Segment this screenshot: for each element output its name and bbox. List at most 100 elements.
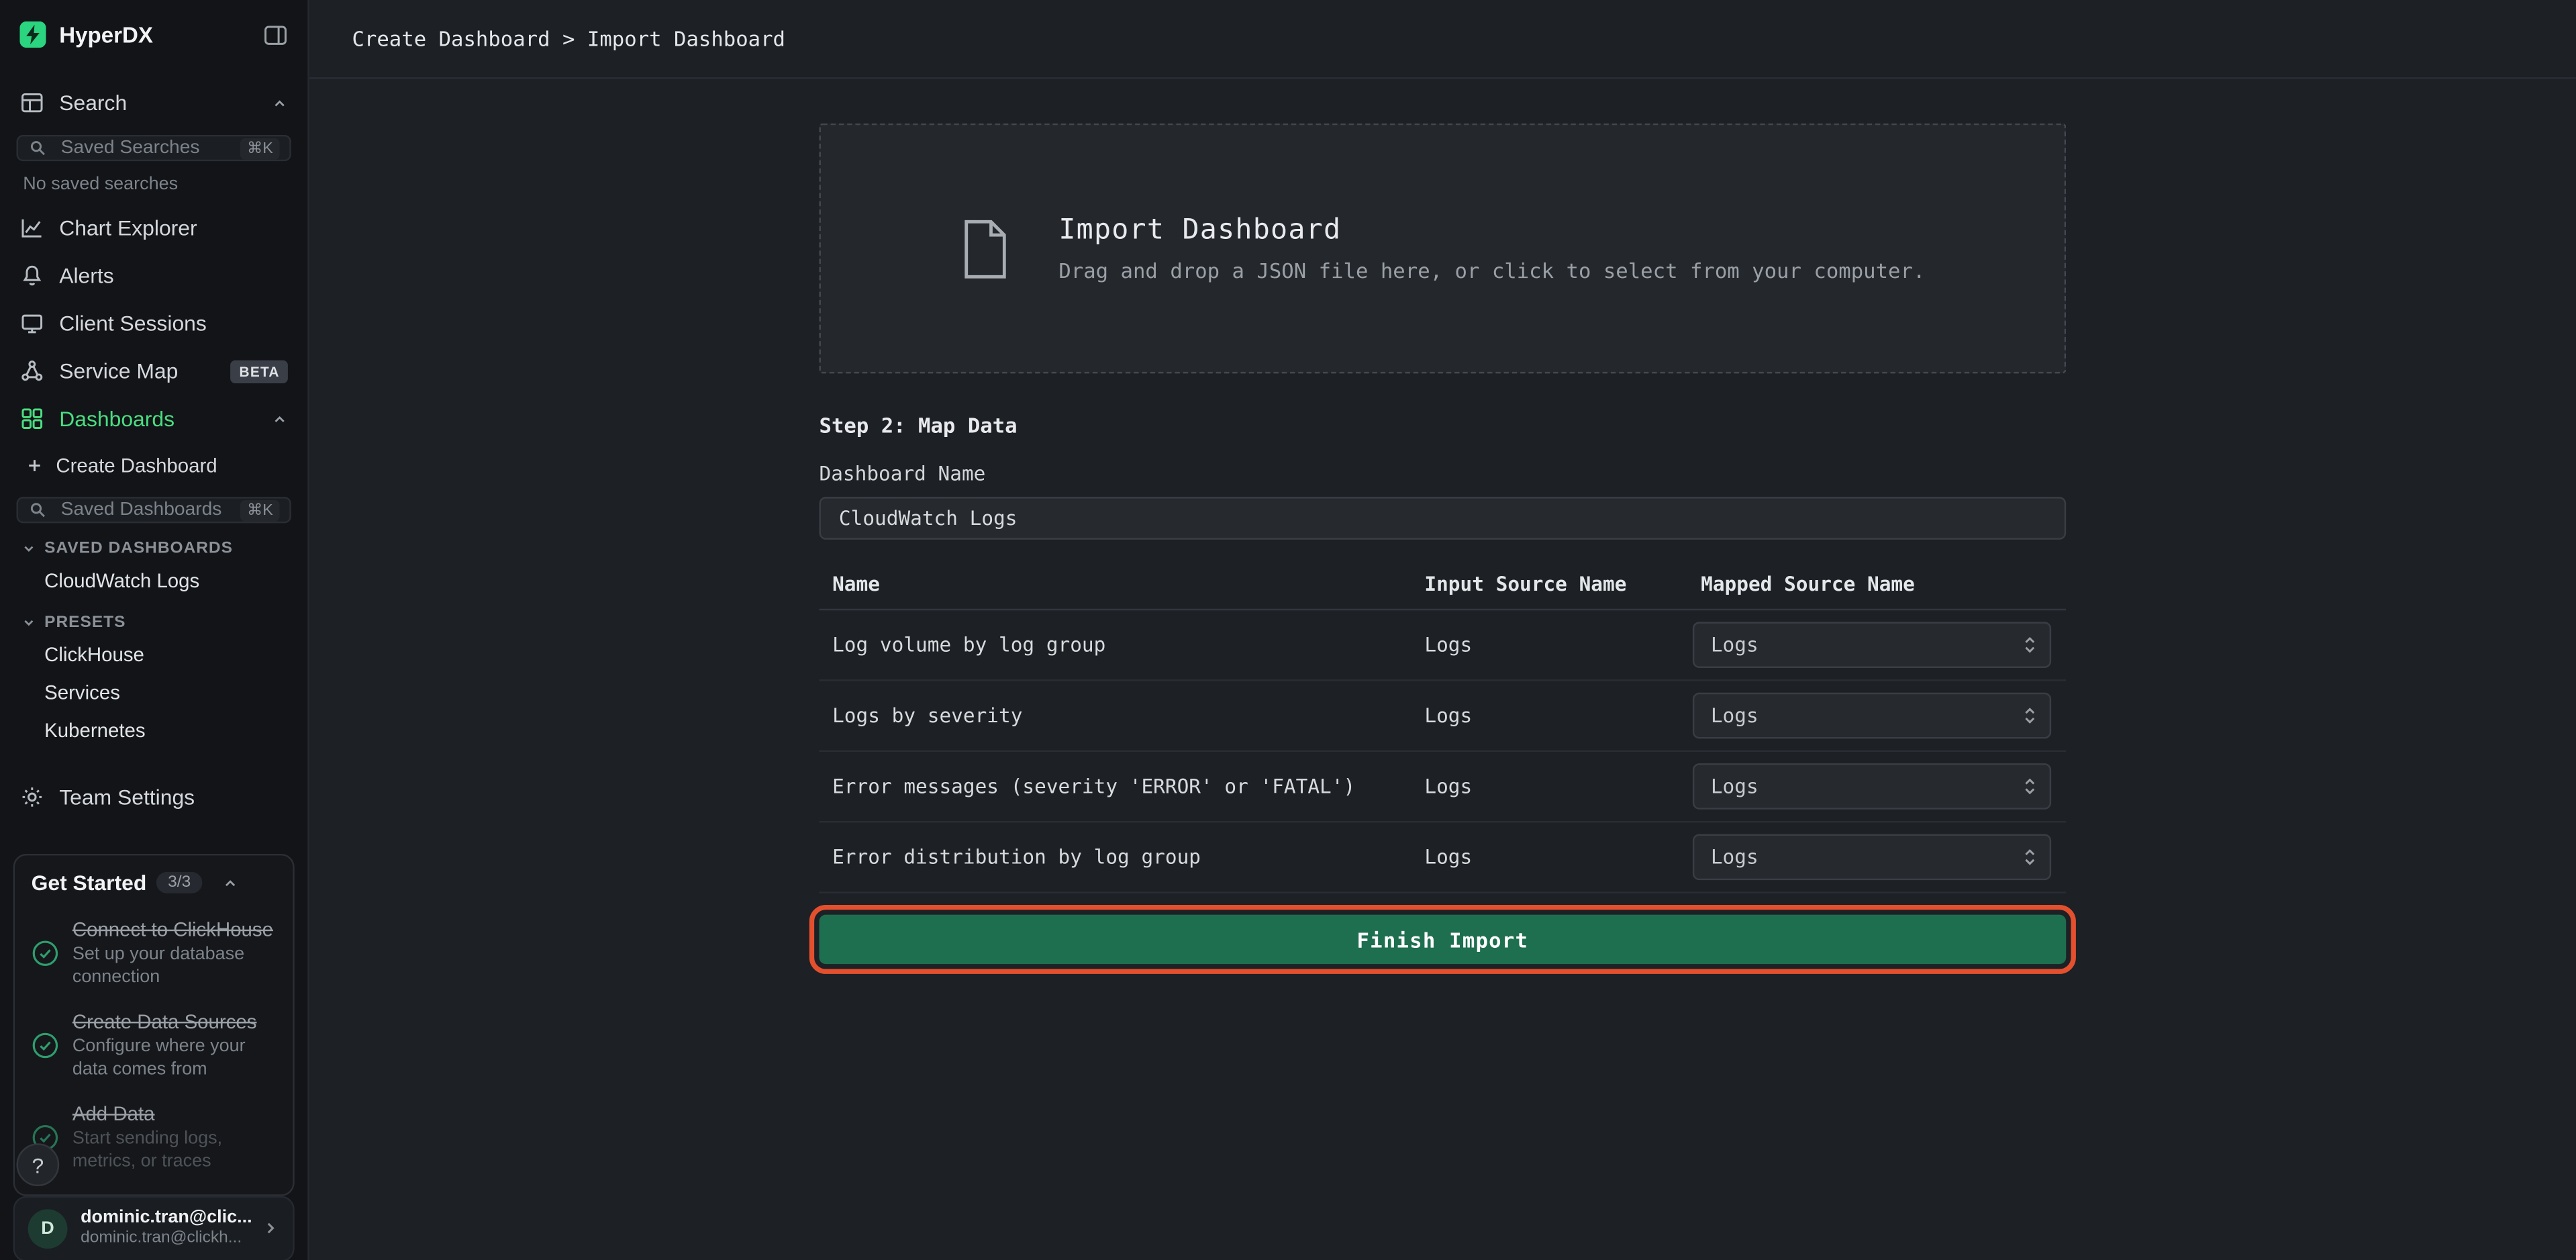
main-area: Create Dashboard > Import Dashboard Impo… [309, 0, 2576, 1260]
chevron-up-icon[interactable] [271, 95, 288, 111]
get-started-header[interactable]: Get Started 3/3 [32, 870, 277, 895]
step-heading: Step 2: Map Data [819, 413, 2066, 438]
breadcrumb: Create Dashboard > Import Dashboard [352, 26, 785, 51]
monitor-icon [19, 311, 44, 336]
get-started-step-add-data[interactable]: Add Data Start sending logs, metrics, or… [32, 1092, 277, 1184]
get-started-step-connect[interactable]: Connect to ClickHouse Set up your databa… [32, 908, 277, 1000]
mapping-table: Name Input Source Name Mapped Source Nam… [819, 559, 2066, 893]
hyperdx-app: HyperDX Search ⌘K No saved searches [0, 0, 2576, 1260]
chevron-down-icon [21, 616, 36, 630]
sidebar-item-search[interactable]: Search [0, 79, 307, 127]
mapped-source-select[interactable]: Logs [1693, 834, 2051, 881]
chart-explorer-label: Chart Explorer [59, 215, 288, 240]
alerts-label: Alerts [59, 263, 288, 288]
step-title: Create Data Sources [72, 1010, 277, 1034]
dashboard-name-label: Dashboard Name [819, 463, 2066, 485]
dashboard-name-input[interactable] [819, 497, 2066, 540]
screen: HyperDX Search ⌘K No saved searches [0, 0, 2576, 1260]
step-desc: Set up your database connection [72, 945, 277, 990]
mapped-source-select[interactable]: Logs [1693, 622, 2051, 668]
user-name: dominic.tran@clic... [81, 1207, 248, 1230]
chevron-up-icon[interactable] [222, 875, 239, 891]
chevron-down-icon [21, 541, 36, 556]
chevron-up-icon[interactable] [271, 410, 288, 427]
plus-icon [25, 456, 44, 475]
input-source-name: Logs [1424, 634, 1687, 657]
chart-name: Error distribution by log group [819, 846, 1424, 869]
get-started-card: Get Started 3/3 Connect to ClickHouse Se… [13, 854, 295, 1196]
help-button[interactable]: ? [17, 1143, 60, 1186]
step-desc: Start sending logs, metrics, or traces [72, 1129, 277, 1174]
sidebar-item-chart-explorer[interactable]: Chart Explorer [0, 204, 307, 252]
sidebar-item-alerts[interactable]: Alerts [0, 252, 307, 299]
search-section-label: Search [59, 91, 256, 115]
logo-row: HyperDX [0, 0, 307, 66]
team-settings-label: Team Settings [59, 785, 288, 810]
select-chevrons-icon [2023, 777, 2036, 796]
table-row: Logs by severity Logs Logs [819, 681, 2066, 752]
dashboards-icon [19, 406, 44, 431]
create-dashboard-button[interactable]: Create Dashboard [0, 442, 307, 489]
col-header-name: Name [819, 573, 1424, 595]
step-title: Add Data [72, 1102, 277, 1125]
search-icon [28, 138, 48, 158]
col-header-input-source: Input Source Name [1424, 573, 1687, 595]
sidebar-item-dashboards[interactable]: Dashboards [0, 395, 307, 442]
sidebar-collapse-icon[interactable] [263, 22, 288, 47]
preset-item-kubernetes[interactable]: Kubernetes [0, 712, 307, 750]
chart-name: Log volume by log group [819, 634, 1424, 657]
get-started-title: Get Started [32, 870, 147, 895]
input-source-name: Logs [1424, 704, 1687, 727]
search-section-icon [19, 91, 44, 115]
select-chevrons-icon [2023, 706, 2036, 725]
sidebar-item-team-settings[interactable]: Team Settings [0, 773, 307, 821]
preset-item-clickhouse[interactable]: ClickHouse [0, 636, 307, 674]
chart-name: Logs by severity [819, 704, 1424, 727]
select-chevrons-icon [2023, 635, 2036, 655]
finish-import-button[interactable]: Finish Import [819, 915, 2066, 965]
table-row: Error messages (severity 'ERROR' or 'FAT… [819, 752, 2066, 822]
saved-dashboards-section-header[interactable]: SAVED DASHBOARDS [0, 526, 307, 563]
shortcut-badge: ⌘K [240, 499, 279, 521]
user-email: dominic.tran@clickh... [81, 1230, 248, 1251]
hyperdx-logo-icon [19, 21, 46, 48]
input-source-name: Logs [1424, 775, 1687, 797]
sidebar-item-client-sessions[interactable]: Client Sessions [0, 299, 307, 347]
dropzone-subtitle: Drag and drop a JSON file here, or click… [1058, 258, 1925, 283]
presets-section-header[interactable]: PRESETS [0, 601, 307, 637]
get-started-step-sources[interactable]: Create Data Sources Configure where your… [32, 1000, 277, 1092]
check-circle-icon [32, 1032, 60, 1060]
file-icon [960, 218, 1009, 279]
sidebar-item-service-map[interactable]: Service Map BETA [0, 347, 307, 395]
mapped-source-select[interactable]: Logs [1693, 693, 2051, 739]
client-sessions-label: Client Sessions [59, 311, 288, 336]
avatar: D [28, 1209, 68, 1249]
dashboard-item-cloudwatch-logs[interactable]: CloudWatch Logs [0, 563, 307, 600]
chevron-right-icon [262, 1220, 280, 1238]
saved-dashboards-input[interactable] [58, 499, 231, 522]
table-row: Error distribution by log group Logs Log… [819, 822, 2066, 893]
mapped-source-select[interactable]: Logs [1693, 763, 2051, 810]
sidebar: HyperDX Search ⌘K No saved searches [0, 0, 309, 1260]
step-desc: Configure where your data comes from [72, 1037, 277, 1082]
check-circle-icon [32, 940, 60, 968]
bell-icon [19, 263, 44, 288]
import-dropzone[interactable]: Import Dashboard Drag and drop a JSON fi… [819, 124, 2066, 374]
topbar: Create Dashboard > Import Dashboard [309, 0, 2576, 79]
table-header-row: Name Input Source Name Mapped Source Nam… [819, 559, 2066, 610]
saved-dashboards-search[interactable]: ⌘K [17, 497, 291, 523]
user-menu[interactable]: D dominic.tran@clic... dominic.tran@clic… [13, 1196, 295, 1260]
service-map-label: Service Map [59, 358, 216, 383]
dashboards-label: Dashboards [59, 406, 256, 431]
step-title: Connect to ClickHouse [72, 918, 277, 942]
beta-badge: BETA [231, 359, 288, 382]
chart-name: Error messages (severity 'ERROR' or 'FAT… [819, 775, 1424, 797]
create-dashboard-label: Create Dashboard [56, 454, 217, 477]
gear-icon [19, 785, 44, 810]
saved-searches-input[interactable] [58, 136, 231, 159]
dropzone-title: Import Dashboard [1058, 214, 1925, 247]
chart-explorer-icon [19, 215, 44, 240]
preset-item-services[interactable]: Services [0, 675, 307, 712]
get-started-progress-badge: 3/3 [156, 872, 202, 893]
saved-searches-search[interactable]: ⌘K [17, 135, 291, 161]
